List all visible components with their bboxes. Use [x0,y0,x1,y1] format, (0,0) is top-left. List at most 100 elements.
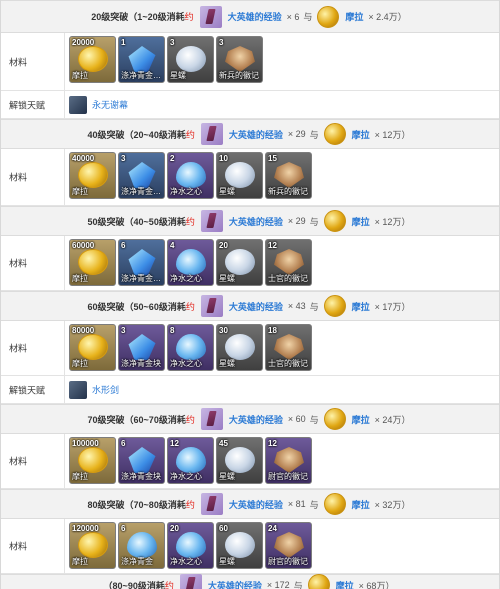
material-item[interactable]: 12 尉官的徽记 [265,437,312,484]
mora-link[interactable]: 摩拉 [352,215,370,228]
hero-exp-link[interactable]: 大英雄的经验 [229,300,283,313]
conjunction: 与 [309,414,319,425]
material-name: 摩拉 [72,187,88,196]
material-name: 涤净青金块 [121,359,161,368]
hero-exp-link[interactable]: 大英雄的经验 [229,128,283,141]
column-divider [64,321,65,375]
hero-exp-link[interactable]: 大英雄的经验 [208,579,262,589]
material-item[interactable]: 20 星螺 [216,239,263,286]
material-item[interactable]: 3 新兵的徽记 [216,36,263,83]
conjunction: 与 [309,216,319,227]
material-item[interactable]: 60 星螺 [216,522,263,569]
material-item[interactable]: 20 净水之心 [167,522,214,569]
talent-link[interactable]: 永无谢幕 [92,98,128,111]
material-name: 摩拉 [72,274,88,283]
talent-entry[interactable]: 水形剑 [69,380,119,399]
material-item[interactable]: 12 净水之心 [167,437,214,484]
mora-link[interactable]: 摩拉 [352,498,370,511]
hero-exp-link[interactable]: 大英雄的经验 [228,10,282,23]
materials-row: 材料 60000 摩拉 6 涤净青金… 4 净水之心 20 星螺 12 士官的徽记 [1,236,499,291]
material-item[interactable]: 3 涤净青金块 [118,324,165,371]
material-item[interactable]: 6 涤净青金块 [118,437,165,484]
mora-count: × 12万） [374,129,411,140]
header-title: 70级突破（60~70级消耗 [87,414,186,425]
conjunction: 与 [309,129,319,140]
header-title: 20级突破（1~20级消耗 [91,12,185,22]
material-item[interactable]: 24 尉官的徽记 [265,522,312,569]
materials-label: 材料 [9,456,28,467]
material-item[interactable]: 1 涤净青金… [118,36,165,83]
materials-row: 材料 20000 摩拉 1 涤净青金… 3 星螺 3 新兵的徽记 [1,33,499,91]
material-item[interactable]: 18 士官的徽记 [265,324,312,371]
material-item[interactable]: 6 涤净青金 [118,522,165,569]
mora-count: × 2.4万） [368,12,407,22]
material-name: 涤净青金… [121,274,161,283]
mora-icon [307,574,330,589]
hero-exp-book-icon [199,5,222,28]
talent-link[interactable]: 水形剑 [92,383,119,396]
material-item[interactable]: 45 星螺 [216,437,263,484]
material-name: 净水之心 [170,472,202,481]
material-item[interactable]: 20000 摩拉 [69,36,116,83]
material-name: 涤净青金… [121,187,161,196]
hero-exp-link[interactable]: 大英雄的经验 [229,215,283,228]
material-quantity: 6 [121,524,126,533]
mora-icon [323,210,346,232]
shell-icon [225,334,255,360]
shell-icon [225,162,255,188]
material-name: 净水之心 [170,359,202,368]
material-item[interactable]: 30 星螺 [216,324,263,371]
material-item[interactable]: 80000 摩拉 [69,324,116,371]
material-item[interactable]: 60000 摩拉 [69,239,116,286]
column-divider [64,376,65,403]
drop-icon [127,532,157,558]
material-item[interactable]: 120000 摩拉 [69,522,116,569]
mora-link[interactable]: 摩拉 [352,300,370,313]
hero-exp-book-icon [200,493,223,515]
mora-link[interactable]: 摩拉 [345,10,363,23]
materials-list: 60000 摩拉 6 涤净青金… 4 净水之心 20 星螺 12 士官的徽记 [69,239,312,286]
materials-list: 20000 摩拉 1 涤净青金… 3 星螺 3 新兵的徽记 [69,36,263,83]
material-quantity: 100000 [72,439,99,448]
exp-count: × 29 [287,216,306,226]
material-item[interactable]: 15 新兵的徽记 [265,152,312,199]
material-name: 星螺 [219,274,235,283]
material-item[interactable]: 3 星螺 [167,36,214,83]
crystal-icon [128,162,156,188]
material-item[interactable]: 100000 摩拉 [69,437,116,484]
material-item[interactable]: 40000 摩拉 [69,152,116,199]
hero-exp-link[interactable]: 大英雄的经验 [229,413,283,426]
hero-exp-book-icon [200,210,223,232]
conjunction: 与 [309,499,319,510]
ascension-header: （80~90级消耗约 大英雄的经验 × 172 与 摩拉 × 68万） [1,574,499,589]
material-item[interactable]: 12 士官的徽记 [265,239,312,286]
material-name: 新兵的徽记 [219,71,259,80]
approx-label: 约 [185,499,195,510]
material-item[interactable]: 4 净水之心 [167,239,214,286]
crystal-icon [128,46,156,72]
mora-link[interactable]: 摩拉 [336,579,354,589]
mora-icon [323,493,346,515]
material-quantity: 8 [170,326,175,335]
header-title: 50级突破（40~50级消耗 [87,216,186,227]
ascension-header: 70级突破（60~70级消耗约 大英雄的经验 × 60 与 摩拉 × 24万） [1,404,499,434]
material-item[interactable]: 3 涤净青金… [118,152,165,199]
mora-link[interactable]: 摩拉 [352,128,370,141]
drop-icon [176,447,206,473]
material-name: 星螺 [219,557,235,566]
material-item[interactable]: 10 星螺 [216,152,263,199]
header-title: 60级突破（50~60级消耗 [87,301,186,312]
material-quantity: 18 [268,326,277,335]
material-quantity: 3 [121,326,126,335]
badge-icon [274,334,304,360]
material-item[interactable]: 2 净水之心 [167,152,214,199]
column-divider [64,236,65,290]
badge-icon [274,249,304,275]
coin-icon [78,249,108,275]
material-item[interactable]: 8 净水之心 [167,324,214,371]
talent-entry[interactable]: 永无谢幕 [69,95,128,114]
hero-exp-link[interactable]: 大英雄的经验 [229,498,283,511]
material-item[interactable]: 6 涤净青金… [118,239,165,286]
mora-link[interactable]: 摩拉 [352,413,370,426]
unlock-talent-label: 解锁天赋 [9,100,46,110]
